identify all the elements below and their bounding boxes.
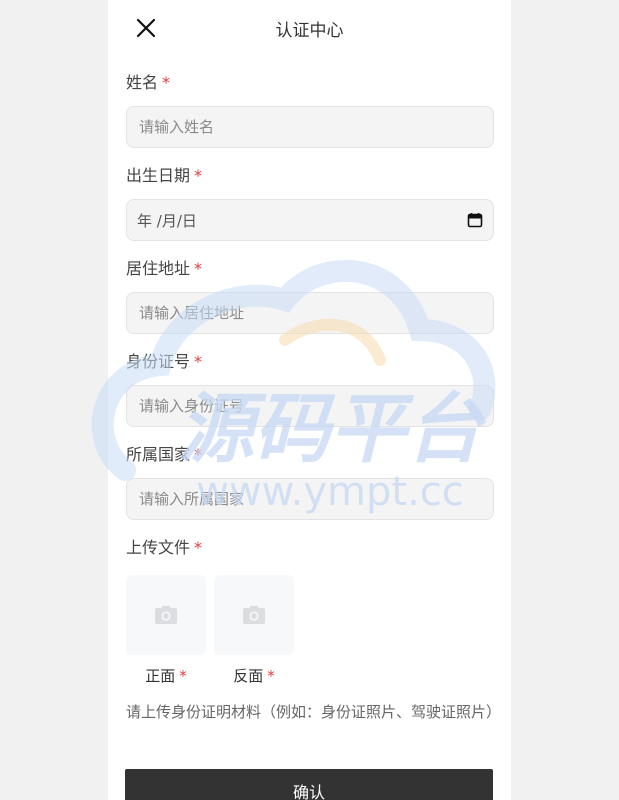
required-mark: * <box>194 352 203 371</box>
birth-date-input[interactable]: 年 /月/日 <box>126 199 494 241</box>
country-label: 所属国家 * <box>126 445 203 464</box>
required-mark: * <box>194 538 203 557</box>
upload-label: 上传文件 * <box>126 538 203 557</box>
camera-icon <box>155 606 177 624</box>
upload-hint: 请上传身份证明材料（例如：身份证照片、驾驶证照片） <box>126 703 502 721</box>
header: 认证中心 <box>108 0 511 56</box>
id-number-input[interactable] <box>137 396 483 416</box>
date-value: 年 /月/日 <box>137 211 197 230</box>
close-icon[interactable] <box>134 16 158 40</box>
upload-row: 正面 * 反面 * <box>126 575 493 686</box>
name-input[interactable] <box>137 117 483 137</box>
auth-form: 姓名* 出生日期* 年 /月/日 居住地址* 身份证号* <box>108 72 511 724</box>
birth-label: 出生日期 * <box>126 166 203 185</box>
upload-back: 反面 * <box>214 575 294 686</box>
calendar-icon[interactable] <box>467 212 483 228</box>
required-mark: * <box>179 667 187 685</box>
address-field-wrap <box>126 292 494 334</box>
required-mark: * <box>267 667 275 685</box>
upload-front: 正面 * <box>126 575 206 686</box>
required-mark: * <box>162 73 171 92</box>
page-title: 认证中心 <box>275 20 344 41</box>
id-number-label: 身份证号 * <box>126 352 203 371</box>
name-label: 姓名 * <box>126 73 171 92</box>
name-field-wrap <box>126 106 494 148</box>
upload-back-button[interactable] <box>214 575 294 655</box>
auth-page: 认证中心 姓名* 出生日期* 年 /月/日 居住地址* 身份证号* <box>108 0 511 800</box>
required-mark: * <box>194 259 203 278</box>
upload-back-caption: 反面 * <box>233 667 275 685</box>
country-field-wrap <box>126 478 494 520</box>
address-input[interactable] <box>137 303 483 323</box>
upload-front-button[interactable] <box>126 575 206 655</box>
upload-front-caption: 正面 * <box>145 667 187 685</box>
country-input[interactable] <box>137 489 483 509</box>
required-mark: * <box>194 166 203 185</box>
required-mark: * <box>194 445 203 464</box>
confirm-button[interactable]: 确认 <box>125 769 493 800</box>
address-label: 居住地址 * <box>126 259 203 278</box>
id-number-field-wrap <box>126 385 494 427</box>
camera-icon <box>243 606 265 624</box>
